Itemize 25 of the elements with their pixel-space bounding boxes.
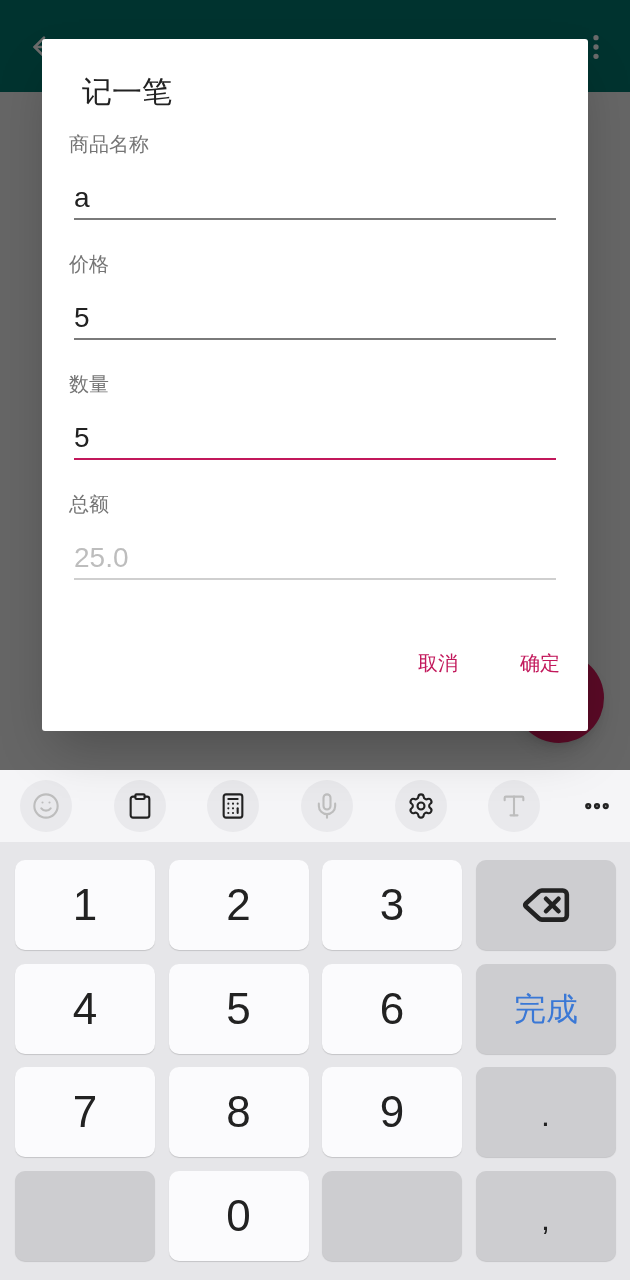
symbol-key[interactable]: . [475, 1067, 616, 1157]
dialog-button[interactable]: 确定 [500, 640, 580, 686]
digit-key[interactable]: 6 [322, 963, 462, 1054]
field-label: 总额 [69, 492, 109, 517]
smile-icon [32, 792, 60, 820]
digit-key[interactable]: 5 [168, 963, 309, 1054]
digit-key[interactable]: 0 [168, 1170, 309, 1261]
field-label: 数量 [69, 372, 109, 397]
digit-key[interactable]: 8 [168, 1067, 309, 1157]
input-field[interactable]: a [74, 180, 556, 220]
dialog-title: 记一笔 [82, 74, 172, 110]
digit-key[interactable]: 7 [15, 1067, 155, 1157]
digit-key[interactable]: 3 [322, 860, 462, 950]
dialog-button[interactable]: 取消 [398, 640, 478, 686]
digit-key[interactable]: 2 [168, 860, 309, 950]
backspace-key[interactable] [475, 860, 616, 950]
digit-key[interactable]: 9 [322, 1067, 462, 1157]
input-field[interactable]: 5 [74, 300, 556, 340]
settings-icon [406, 792, 435, 820]
symbol-key[interactable]: , [475, 1170, 616, 1261]
field-label: 商品名称 [69, 132, 149, 157]
digit-key[interactable]: 1 [15, 860, 155, 950]
field-label: 价格 [69, 252, 109, 277]
digit-key[interactable]: 4 [15, 963, 155, 1054]
input-field[interactable]: 5 [74, 420, 556, 460]
